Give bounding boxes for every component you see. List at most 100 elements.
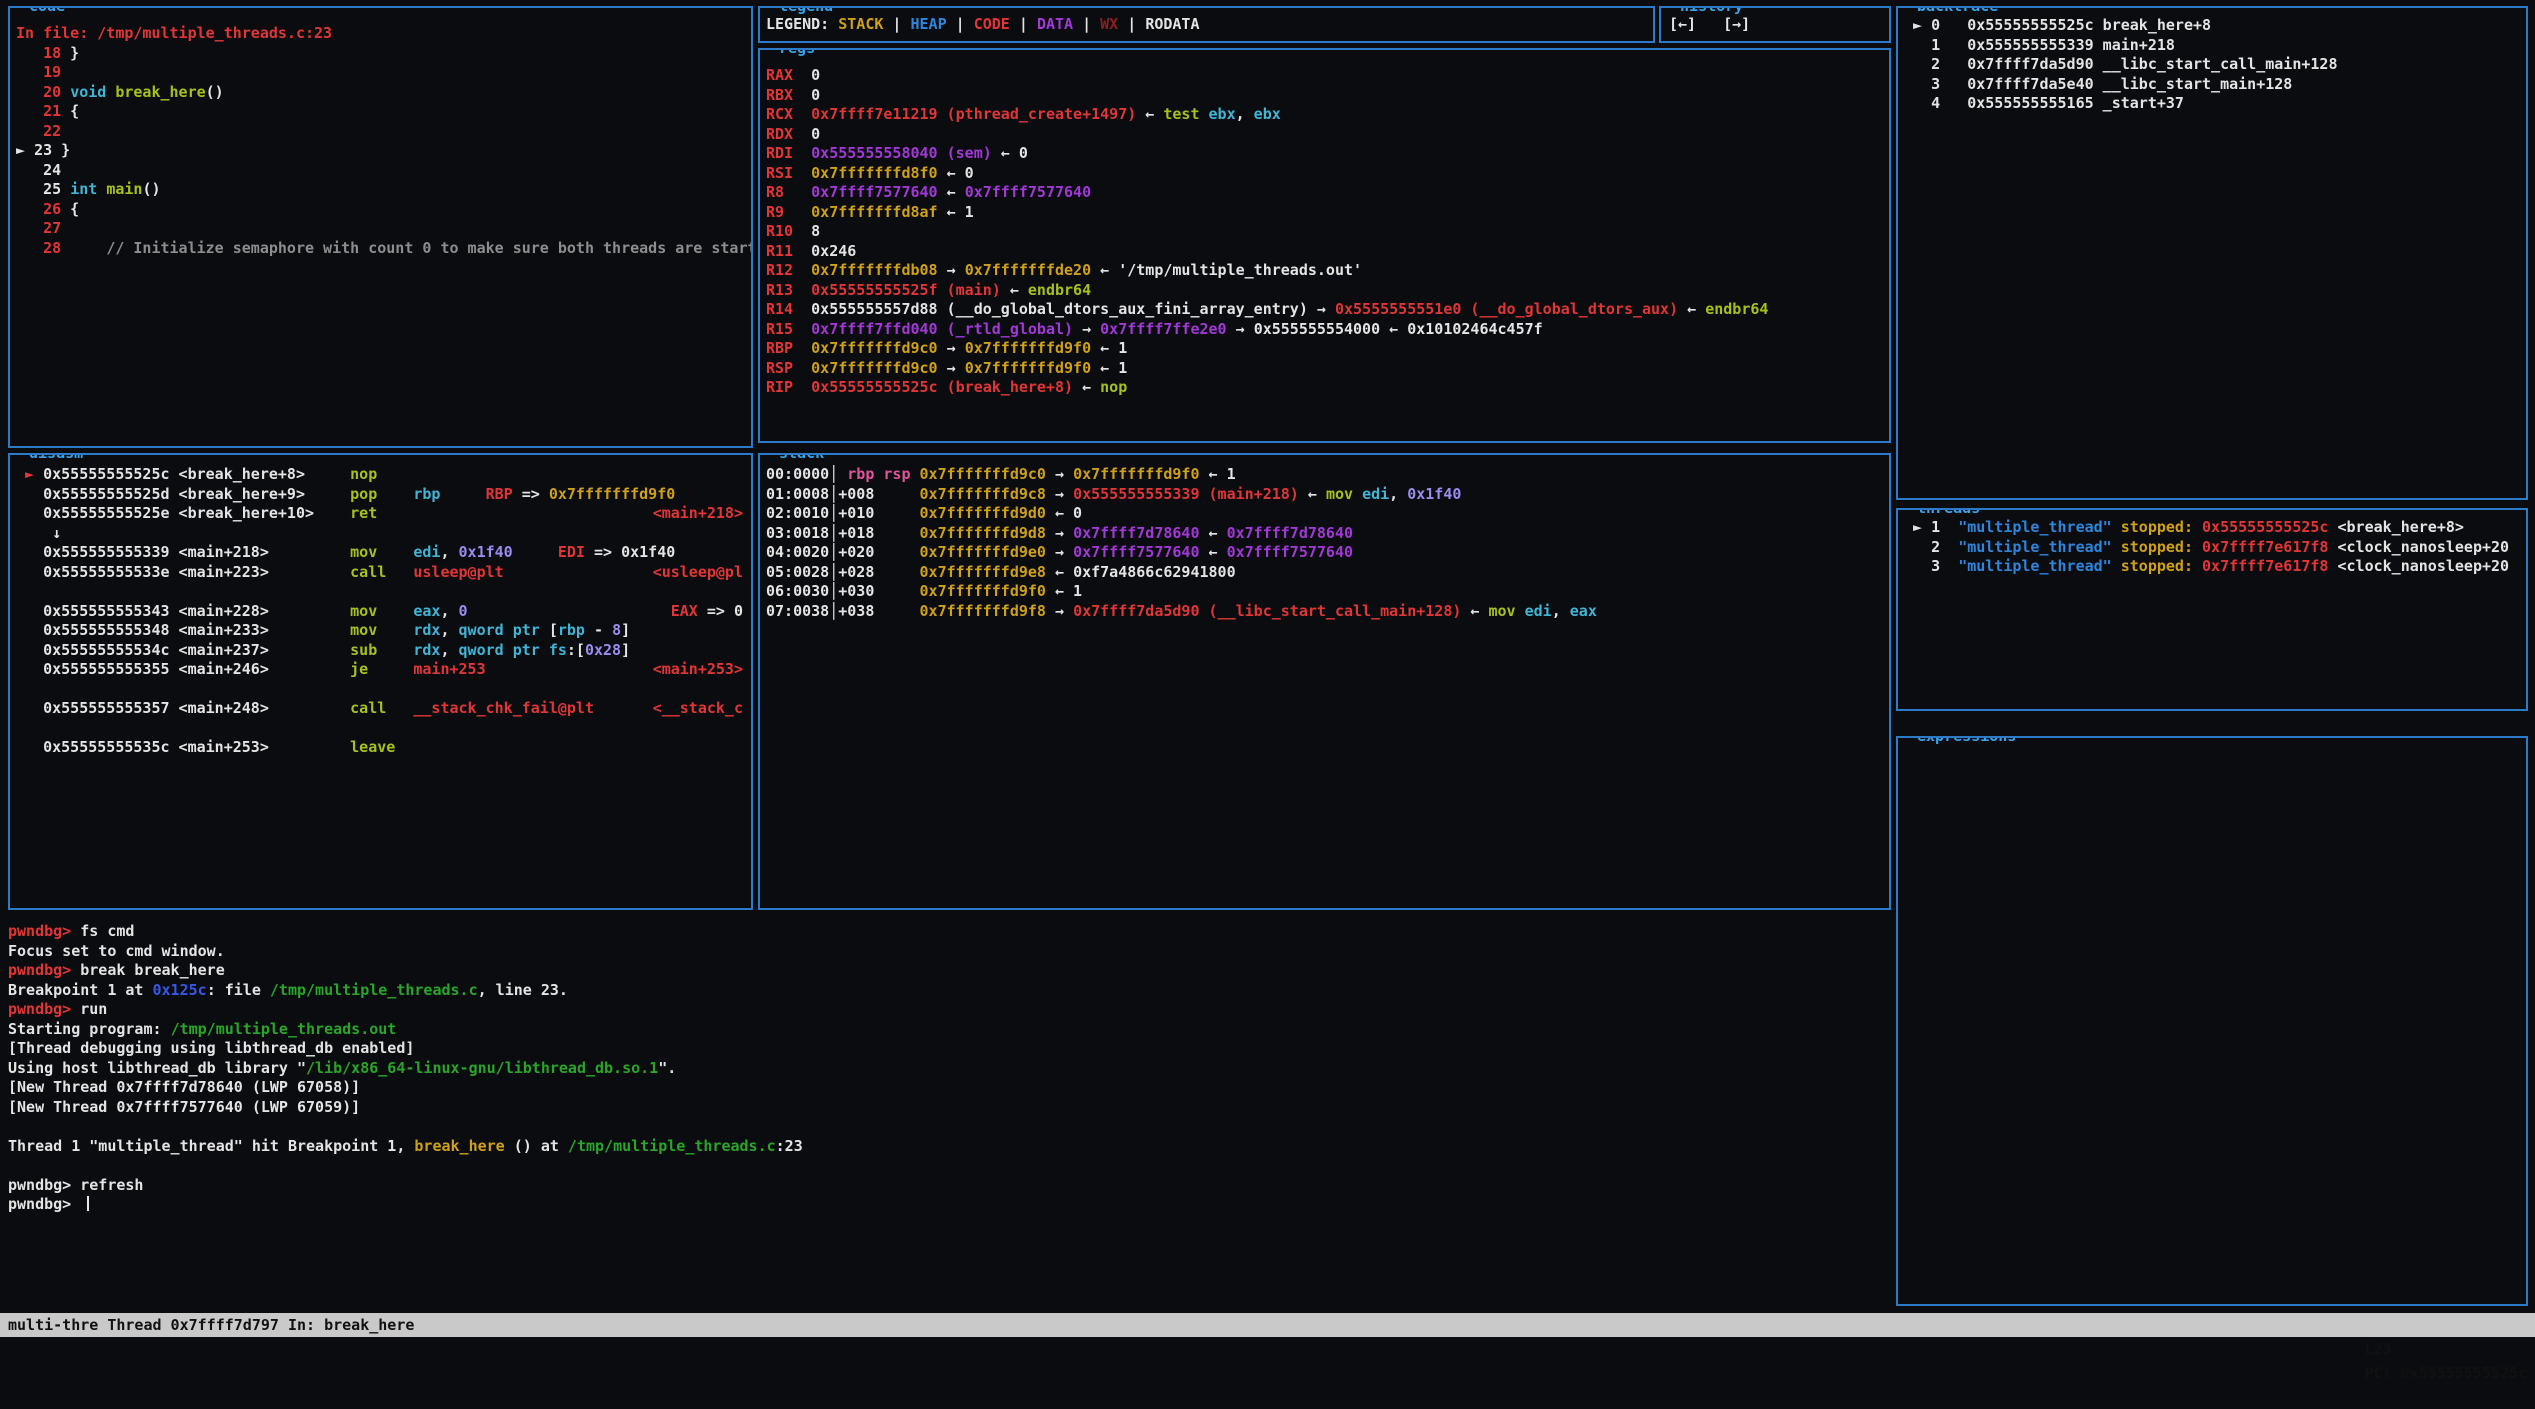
register-row: R15 0x7ffff7ffd040 (_rtld_global) → 0x7f…	[766, 320, 1883, 340]
threads-panel: threads ► 1 "multiple_thread" stopped: 0…	[1896, 508, 2528, 711]
status-thread-info: multi-thre Thread 0x7ffff7d797 In: break…	[8, 1313, 414, 1337]
stack-view: 00:0000│ rbp rsp 0x7fffffffd9c0 → 0x7fff…	[760, 455, 1889, 910]
legend-panel: legend LEGEND: STACK | HEAP | CODE | DAT…	[758, 6, 1655, 43]
stack-row: 07:0038│+038 0x7fffffffd9f8 → 0x7ffff7da…	[766, 602, 1883, 622]
disasm-line: 0x55555555525e <break_here+10> ret<main+…	[16, 504, 745, 524]
thread-row: 2 "multiple_thread" stopped: 0x7ffff7e61…	[1904, 538, 2520, 558]
terminal-line: Focus set to cmd window.	[8, 942, 1888, 962]
disasm-line: 0x555555555355 <main+246> je main+253<ma…	[16, 660, 745, 680]
terminal-line: Breakpoint 1 at 0x125c: file /tmp/multip…	[8, 981, 1888, 1001]
register-row: RSI 0x7fffffffd8f0 ← 0	[766, 164, 1883, 184]
register-row: RBX 0	[766, 86, 1883, 106]
backtrace-panel: backtrace ► 0 0x55555555525c break_here+…	[1896, 6, 2528, 500]
terminal-line: pwndbg> run	[8, 1000, 1888, 1020]
backtrace-frame: 3 0x7ffff7da5e40 __libc_start_main+128	[1904, 75, 2520, 95]
source-line: In file: /tmp/multiple_threads.c:23	[16, 24, 745, 44]
text-cursor	[87, 1196, 89, 1211]
backtrace-view: ► 0 0x55555555525c break_here+8 1 0x5555…	[1898, 8, 2526, 500]
thread-row: ► 1 "multiple_thread" stopped: 0x5555555…	[1904, 518, 2520, 538]
register-row: RSP 0x7fffffffd9c0 → 0x7fffffffd9f0 ← 1	[766, 359, 1883, 379]
stack-row: 03:0018│+018 0x7fffffffd9d8 → 0x7ffff7d7…	[766, 524, 1883, 544]
disasm-line: 0x555555555357 <main+248> call __stack_c…	[16, 699, 745, 719]
source-line: 24	[16, 161, 745, 181]
source-line: 20 void break_here()	[16, 83, 745, 103]
legend-line: LEGEND: STACK | HEAP | CODE | DATA | WX …	[766, 15, 1647, 35]
source-line: ► 23 }	[16, 141, 745, 161]
terminal-line: pwndbg> fs cmd	[8, 922, 1888, 942]
disasm-line: ► 0x55555555525c <break_here+8> nop	[16, 465, 745, 485]
disassembly-view: ► 0x55555555525c <break_here+8> nop 0x55…	[10, 455, 751, 910]
terminal-line	[8, 1117, 1888, 1137]
terminal-line	[8, 1156, 1888, 1176]
source-line: 18 }	[16, 44, 745, 64]
terminal-line: Using host libthread_db library "/lib/x8…	[8, 1059, 1888, 1079]
gdb-status-bar: multi-thre Thread 0x7ffff7d797 In: break…	[0, 1313, 2535, 1337]
threads-view: ► 1 "multiple_thread" stopped: 0x5555555…	[1898, 510, 2526, 711]
disasm-line	[16, 582, 745, 602]
register-row: R12 0x7fffffffdb08 → 0x7fffffffde20 ← '/…	[766, 261, 1883, 281]
disasm-line: 0x55555555535c <main+253> leave	[16, 738, 745, 758]
terminal-line: Starting program: /tmp/multiple_threads.…	[8, 1020, 1888, 1040]
stack-row: 04:0020│+020 0x7fffffffd9e0 → 0x7ffff757…	[766, 543, 1883, 563]
register-row: RAX 0	[766, 66, 1883, 86]
source-code-view: In file: /tmp/multiple_threads.c:23 18 }…	[10, 8, 751, 448]
stack-panel: stack 00:0000│ rbp rsp 0x7fffffffd9c0 → …	[758, 453, 1891, 910]
register-row: R8 0x7ffff7577640 ← 0x7ffff7577640	[766, 183, 1883, 203]
register-row: RDX 0	[766, 125, 1883, 145]
source-line: 22	[16, 122, 745, 142]
registers-panel: regs RAX 0RBX 0RCX 0x7ffff7e11219 (pthre…	[758, 48, 1891, 443]
source-line: 19	[16, 63, 745, 83]
expressions-panel: expressions	[1896, 736, 2528, 1306]
source-line: 27	[16, 219, 745, 239]
terminal-line: pwndbg> break break_here	[8, 961, 1888, 981]
terminal-line: pwndbg> refresh	[8, 1176, 1888, 1196]
gdb-command-terminal[interactable]: pwndbg> fs cmdFocus set to cmd window.pw…	[8, 922, 1888, 1307]
register-row: R10 8	[766, 222, 1883, 242]
register-row: R9 0x7fffffffd8af ← 1	[766, 203, 1883, 223]
expressions-view	[1898, 738, 2526, 1304]
disasm-line: 0x555555555339 <main+218> mov edi, 0x1f4…	[16, 543, 745, 563]
stack-row: 06:0030│+030 0x7fffffffd9f0 ← 1	[766, 582, 1883, 602]
source-line: 28 // Initialize semaphore with count 0 …	[16, 239, 745, 259]
register-row: RBP 0x7fffffffd9c0 → 0x7fffffffd9f0 ← 1	[766, 339, 1883, 359]
source-line: 25 int main()	[16, 180, 745, 200]
disasm-line: 0x55555555525d <break_here+9> pop rbp RB…	[16, 485, 745, 505]
stack-row: 02:0010│+010 0x7fffffffd9d0 ← 0	[766, 504, 1883, 524]
history-forward-button[interactable]: [→]	[1723, 15, 1750, 33]
terminal-line: Thread 1 "multiple_thread" hit Breakpoin…	[8, 1137, 1888, 1157]
disasm-line	[16, 680, 745, 700]
stack-row: 05:0028│+028 0x7fffffffd9e8 ← 0xf7a4866c…	[766, 563, 1883, 583]
disasm-line: 0x555555555343 <main+228> mov eax, 0EAX …	[16, 602, 745, 622]
register-row: RDI 0x555555558040 (sem) ← 0	[766, 144, 1883, 164]
source-line: 21 {	[16, 102, 745, 122]
pwndbg-tui: { "palette": { "background": "#0b0c10", …	[0, 0, 2535, 1346]
backtrace-frame: 1 0x555555555339 main+218	[1904, 36, 2520, 56]
register-row: RIP 0x55555555525c (break_here+8) ← nop	[766, 378, 1883, 398]
status-line-indicator: L23	[2364, 1340, 2391, 1358]
status-pc-value: PC: 0x55555555525c	[2364, 1364, 2527, 1382]
stack-row: 01:0008│+008 0x7fffffffd9c8 → 0x55555555…	[766, 485, 1883, 505]
thread-row: 3 "multiple_thread" stopped: 0x7ffff7e61…	[1904, 557, 2520, 577]
backtrace-frame: 4 0x555555555165 _start+37	[1904, 94, 2520, 114]
backtrace-frame: ► 0 0x55555555525c break_here+8	[1904, 16, 2520, 36]
disasm-line: 0x555555555348 <main+233> mov rdx, qword…	[16, 621, 745, 641]
code-panel: code In file: /tmp/multiple_threads.c:23…	[8, 6, 753, 448]
terminal-line: [New Thread 0x7ffff7577640 (LWP 67059)]	[8, 1098, 1888, 1118]
memory-legend: LEGEND: STACK | HEAP | CODE | DATA | WX …	[760, 8, 1653, 43]
disasm-line: ↓	[16, 524, 745, 544]
disassembly-panel: disasm ► 0x55555555525c <break_here+8> n…	[8, 453, 753, 910]
stack-row: 00:0000│ rbp rsp 0x7fffffffd9c0 → 0x7fff…	[766, 465, 1883, 485]
disasm-line: 0x55555555534c <main+237> sub rdx, qword…	[16, 641, 745, 661]
terminal-line: [Thread debugging using libthread_db ena…	[8, 1039, 1888, 1059]
disasm-line	[16, 719, 745, 739]
terminal-line: pwndbg>	[8, 1195, 1888, 1215]
disasm-line: 0x55555555533e <main+223> call usleep@pl…	[16, 563, 745, 583]
backtrace-frame: 2 0x7ffff7da5d90 __libc_start_call_main+…	[1904, 55, 2520, 75]
history-panel: history [←] [→]	[1659, 6, 1891, 43]
register-row: RCX 0x7ffff7e11219 (pthread_create+1497)…	[766, 105, 1883, 125]
history-back-button[interactable]: [←]	[1669, 15, 1696, 33]
register-row: R13 0x55555555525f (main) ← endbr64	[766, 281, 1883, 301]
terminal-line: [New Thread 0x7ffff7d78640 (LWP 67058)]	[8, 1078, 1888, 1098]
register-row: R11 0x246	[766, 242, 1883, 262]
registers-view: RAX 0RBX 0RCX 0x7ffff7e11219 (pthread_cr…	[760, 50, 1889, 443]
